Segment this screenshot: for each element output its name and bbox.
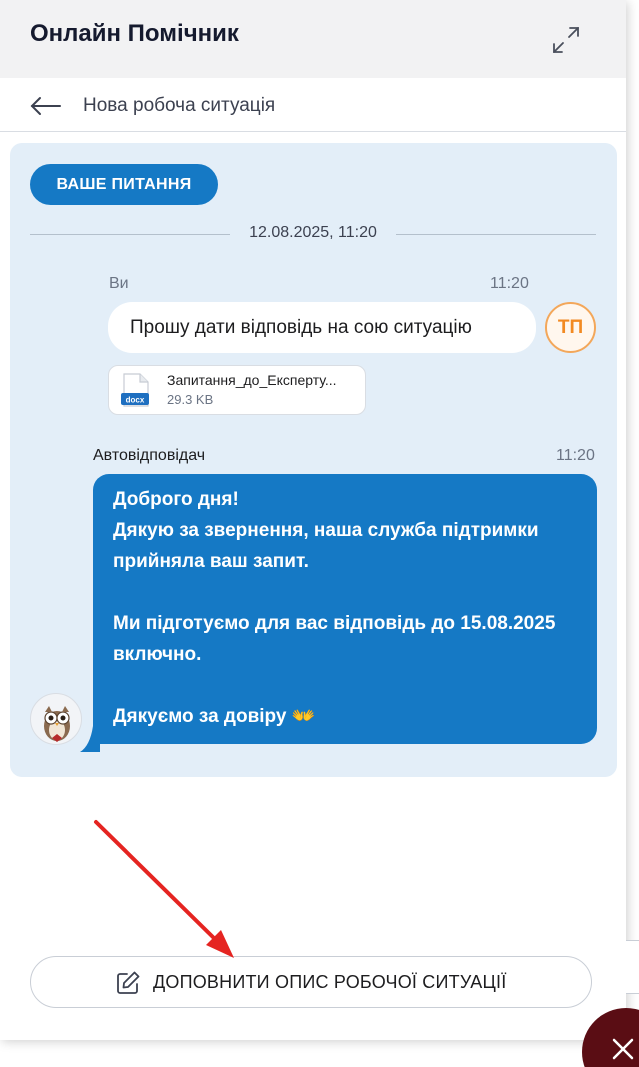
user-message-time: 11:20 (490, 275, 529, 292)
user-avatar: ТП (545, 302, 596, 353)
bot-sender-label: Автовідповідач (93, 447, 206, 464)
owl-avatar-icon (44, 706, 70, 742)
user-message-bubble: Прошу дати відповідь на сою ситуацію (108, 302, 536, 353)
arrow-left-icon[interactable] (30, 92, 62, 120)
bot-message-line: прийняла ваш запит. (113, 551, 309, 572)
attachment-file-name: Запитання_до_Експерту... (167, 372, 337, 388)
edit-icon (117, 971, 140, 994)
bot-message-line: Доброго дня! (113, 489, 239, 510)
bot-message-line: Ми підготуємо для вас відповідь до 15.08… (113, 613, 556, 634)
user-sender-label: Ви (109, 275, 129, 292)
header: Онлайн Помічник (0, 0, 626, 78)
bot-message-time: 11:20 (556, 447, 595, 464)
date-divider-right (396, 234, 596, 235)
background-edge (626, 940, 639, 994)
supplement-description-button[interactable]: ДОПОВНИТИ ОПИС РОБОЧОЇ СИТУАЦІЇ (30, 956, 592, 1008)
bot-message-bubble: Доброго дня! Дякую за звернення, наша сл… (93, 474, 597, 744)
header-title: Онлайн Помічник (30, 20, 239, 47)
attachment-file-size: 29.3 KB (167, 392, 214, 407)
bot-message-line: Дякуємо за довіру 👐 (113, 706, 316, 727)
date-divider-left (30, 234, 230, 235)
subheader-title: Нова робоча ситуація (83, 95, 276, 116)
bot-avatar (30, 693, 82, 745)
assistant-widget: Онлайн Помічник Нова робоча ситуація ВАШ… (0, 0, 626, 1040)
svg-text:docx: docx (126, 396, 145, 405)
docx-file-icon: docx (121, 373, 149, 407)
question-badge: ВАШЕ ПИТАННЯ (30, 164, 218, 205)
attachment-file[interactable]: docx Запитання_до_Експерту... 29.3 KB (108, 365, 366, 415)
date-separator: 12.08.2025, 11:20 (236, 224, 390, 242)
close-chat-button[interactable] (582, 1008, 639, 1067)
close-icon (612, 1038, 634, 1060)
bot-message-line: Дякую за звернення, наша служба підтримк… (113, 520, 539, 541)
supplement-button-label: ДОПОВНИТИ ОПИС РОБОЧОЇ СИТУАЦІЇ (153, 972, 507, 992)
bot-message-line (113, 577, 577, 608)
bot-message-line: включно. (113, 644, 202, 665)
bot-message-line (113, 670, 577, 701)
expand-icon[interactable] (550, 24, 582, 56)
